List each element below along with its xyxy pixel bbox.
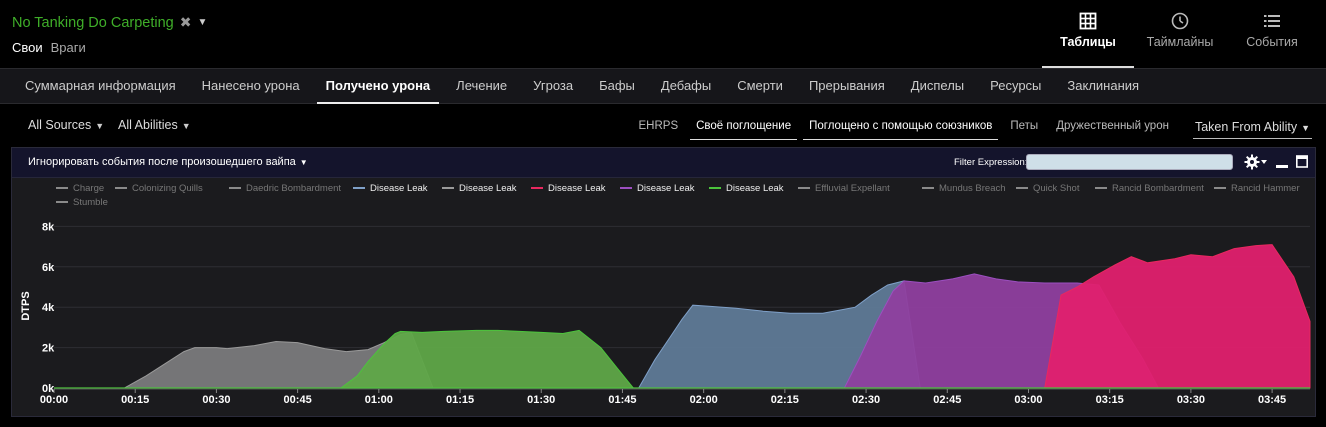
y-axis-label: DTPS: [20, 291, 32, 320]
view-tab-label: Таймлайны: [1146, 35, 1214, 49]
taken-from-label: Taken From Ability: [1194, 120, 1298, 134]
sources-dropdown-label: All Sources: [28, 118, 92, 132]
legend-item[interactable]: Stumble: [73, 197, 108, 208]
legend-item[interactable]: Disease Leak: [459, 183, 517, 194]
tab-debuffs[interactable]: Дебафы: [652, 69, 720, 104]
legend-item[interactable]: Mundus Breach: [939, 183, 1006, 194]
chart-panel: Игнорировать события после произошедшего…: [11, 147, 1316, 417]
legend-item[interactable]: Daedric Bombardment: [246, 183, 341, 194]
tab-resources[interactable]: Ресурсы: [981, 69, 1050, 104]
sub-tab-self-absorb[interactable]: Своё поглощение: [690, 114, 798, 140]
legend-item[interactable]: Disease Leak: [726, 183, 784, 194]
y-tick-label: 4k: [42, 302, 55, 314]
chart-areas: [54, 244, 1311, 389]
chevron-down-icon: ▼: [299, 158, 308, 167]
series-area-4[interactable]: [1039, 244, 1311, 389]
report-title-text: No Tanking Do Carpeting: [12, 14, 174, 31]
legend-item[interactable]: Rancid Hammer: [1231, 183, 1300, 194]
filter-row: All Sources ▼ All Abilities ▼ EHRPS Своё п…: [0, 104, 1326, 146]
legend-item[interactable]: Quick Shot: [1033, 183, 1080, 194]
main-tabs: Суммарная информация Нанесено урона Полу…: [0, 68, 1326, 104]
side-enemy-link[interactable]: Враги: [51, 40, 86, 55]
clock-icon: [1171, 12, 1189, 30]
x-tick-label: 03:00: [1014, 394, 1042, 406]
x-tick-label: 00:15: [121, 394, 149, 406]
x-tick-label: 00:45: [284, 394, 312, 406]
x-tick-label: 01:15: [446, 394, 474, 406]
maximize-icon[interactable]: [1296, 155, 1308, 169]
legend-item[interactable]: Disease Leak: [637, 183, 695, 194]
view-tab-timelines[interactable]: Таймлайны: [1140, 0, 1220, 68]
chevron-down-icon[interactable]: ▼: [197, 17, 207, 28]
sub-tab-pets[interactable]: Петы: [1004, 114, 1044, 140]
dtps-area-chart: 0k2k4k6k8k00:00 00:15 00:30 00:45 01:00 01:15…: [20, 183, 1311, 406]
tab-healing[interactable]: Лечение: [447, 69, 516, 104]
sub-tab-ehrps[interactable]: EHRPS: [633, 114, 685, 140]
x-tick-label: 03:15: [1096, 394, 1124, 406]
tab-summary[interactable]: Суммарная информация: [16, 69, 185, 104]
y-tick-label: 2k: [42, 343, 55, 355]
x-tick-label: 00:30: [202, 394, 230, 406]
tab-dispels[interactable]: Диспелы: [902, 69, 973, 104]
sub-tab-ally-absorb[interactable]: Поглощено с помощью союзников: [803, 114, 999, 140]
x-tick-label: 03:30: [1177, 394, 1205, 406]
chart-legend: Charge Colonizing Quills Daedric Bombardme…: [56, 183, 1300, 208]
x-tick-label: 03:45: [1258, 394, 1286, 406]
taken-from-dropdown[interactable]: Taken From Ability ▼: [1192, 115, 1312, 139]
legend-item[interactable]: Colonizing Quills: [132, 183, 203, 194]
tab-damage-done[interactable]: Нанесено урона: [193, 69, 309, 104]
view-tab-label: События: [1246, 35, 1298, 49]
sources-dropdown[interactable]: All Sources ▼: [28, 118, 104, 132]
tab-damage-taken[interactable]: Получено урона: [316, 69, 440, 104]
report-title-dropdown[interactable]: No Tanking Do Carpeting ✖ ▼: [12, 14, 207, 31]
filter-expression-input[interactable]: [1026, 154, 1233, 170]
legend-item[interactable]: Charge: [73, 183, 104, 194]
chevron-down-icon: ▼: [181, 121, 191, 131]
view-tab-label: Таблицы: [1060, 35, 1116, 49]
abilities-dropdown-label: All Abilities: [118, 118, 178, 132]
legend-item[interactable]: Disease Leak: [370, 183, 428, 194]
tab-deaths[interactable]: Смерти: [728, 69, 792, 104]
legend-item[interactable]: Disease Leak: [548, 183, 606, 194]
gear-icon[interactable]: [1244, 154, 1268, 170]
sub-tab-friendly-fire[interactable]: Дружественный урон: [1050, 114, 1175, 140]
x-tick-label: 01:30: [527, 394, 555, 406]
report-header: No Tanking Do Carpeting ✖ ▼ Свои Враги Т…: [0, 0, 1326, 68]
minimize-icon[interactable]: [1276, 155, 1288, 169]
side-friendly-link[interactable]: Свои: [12, 40, 43, 55]
x-tick-label: 02:00: [690, 394, 718, 406]
view-tab-tables[interactable]: Таблицы: [1042, 0, 1134, 68]
ignore-after-wipe-dropdown[interactable]: Игнорировать события после произошедшего…: [28, 156, 308, 168]
side-switch: Свои Враги: [12, 40, 86, 55]
sub-tabs: EHRPS Своё поглощение Поглощено с помощь…: [633, 114, 1326, 140]
filter-expression-label: Filter Expression:: [954, 157, 1028, 168]
tab-casts[interactable]: Заклинания: [1058, 69, 1148, 104]
series-area-1[interactable]: [335, 329, 639, 389]
abilities-dropdown[interactable]: All Abilities ▼: [118, 118, 191, 132]
x-tick-label: 02:45: [933, 394, 961, 406]
y-tick-label: 8k: [42, 221, 55, 233]
ignore-after-wipe-label: Игнорировать события после произошедшего…: [28, 156, 296, 168]
x-tick-label: 01:00: [365, 394, 393, 406]
x-tick-label: 02:15: [771, 394, 799, 406]
legend-item[interactable]: Effluvial Expellant: [815, 183, 890, 194]
x-tick-label: 02:30: [852, 394, 880, 406]
list-icon: [1264, 15, 1280, 27]
x-tick-label: 00:00: [40, 394, 68, 406]
chart-panel-toolbar: Игнорировать события после произошедшего…: [12, 148, 1315, 178]
legend-item[interactable]: Rancid Bombardment: [1112, 183, 1204, 194]
chevron-down-icon: ▼: [1301, 123, 1310, 133]
tab-threat[interactable]: Угроза: [524, 69, 582, 104]
close-icon[interactable]: ✖: [180, 14, 192, 31]
x-tick-label: 01:45: [608, 394, 636, 406]
y-tick-label: 6k: [42, 262, 55, 274]
view-tab-events[interactable]: События: [1232, 0, 1312, 68]
tab-buffs[interactable]: Бафы: [590, 69, 644, 104]
panel-controls: [1244, 154, 1308, 170]
table-grid-icon: [1079, 12, 1097, 30]
view-tabs: Таблицы Таймлайны События: [1036, 0, 1312, 68]
chevron-down-icon: ▼: [95, 121, 105, 131]
tab-interrupts[interactable]: Прерывания: [800, 69, 894, 104]
